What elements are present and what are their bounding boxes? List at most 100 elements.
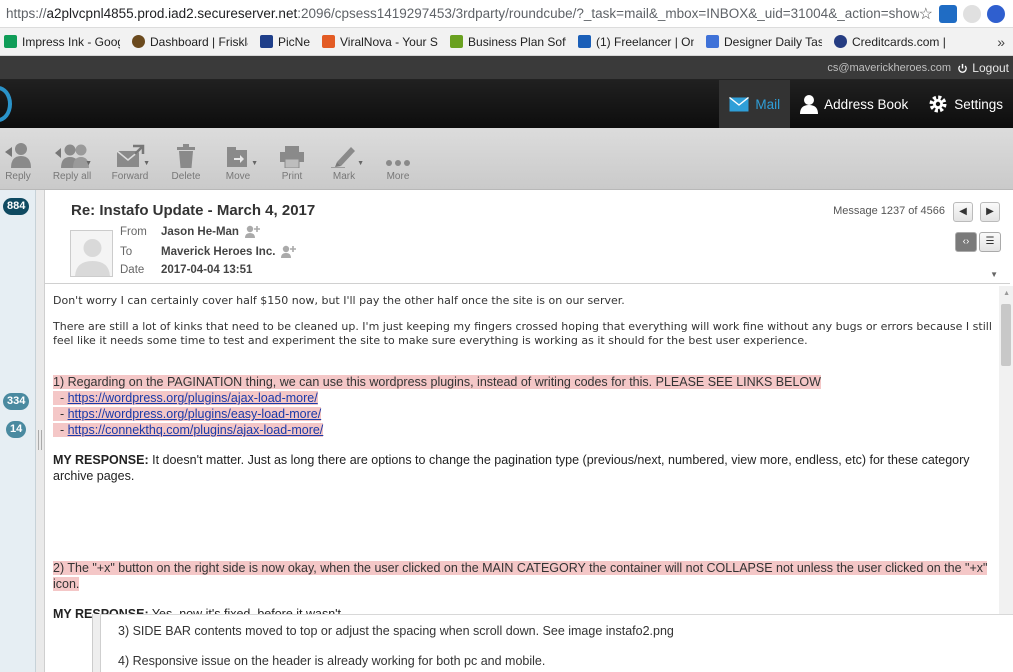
bookmark-item[interactable]: Impress Ink - Google <box>0 35 128 49</box>
plugin-link[interactable]: https://wordpress.org/plugins/ajax-load-… <box>68 391 318 405</box>
bookmark-item[interactable]: Creditcards.com | Est <box>830 35 958 49</box>
forward-label: Forward <box>111 171 149 182</box>
inbox-unread-badge[interactable]: 884 <box>3 198 30 215</box>
reply-all-label: Reply all <box>52 171 92 182</box>
user-email: cs@maverickheroes.com <box>827 62 951 74</box>
bookmark-item[interactable]: (1) Freelancer | Onlin <box>574 35 702 49</box>
forward-dropdown-icon[interactable]: ▼ <box>143 160 150 167</box>
from-value[interactable]: Jason He-Man <box>161 226 239 238</box>
date-value: 2017-04-04 13:51 <box>161 264 253 276</box>
message-subject: Re: Instafo Update - March 4, 2017 <box>71 202 316 219</box>
from-label: From <box>120 225 147 238</box>
plugin-link[interactable]: https://connekthq.com/plugins/ajax-load-… <box>68 423 324 437</box>
favicon-icon <box>706 35 720 48</box>
reply-icon <box>5 143 31 168</box>
url-text[interactable]: https://a2plvcpnl4855.prod.iad2.securese… <box>0 6 919 21</box>
person-icon <box>800 95 819 114</box>
view-menu-button[interactable]: ☰ <box>979 232 1001 252</box>
reply-button[interactable]: Reply <box>0 142 44 182</box>
reply-label: Reply <box>5 171 31 182</box>
bookmarks-bar: Impress Ink - Google Dashboard | Friskla… <box>0 28 1013 56</box>
bookmark-item[interactable]: PicNe <box>256 35 318 49</box>
mark-button[interactable]: Mark ▼ <box>318 142 370 182</box>
favicon-icon <box>132 35 145 48</box>
response-text: It doesn't matter. Just as long there ar… <box>53 453 970 483</box>
extension-s-icon[interactable] <box>939 4 957 23</box>
to-label: To <box>120 245 133 258</box>
forward-icon <box>116 144 145 167</box>
url-host: a2plvcpnl4855.prod.iad2.secureserver.net <box>46 6 298 21</box>
view-source-button[interactable]: ‹› <box>955 232 977 252</box>
print-button[interactable]: Print <box>266 142 318 182</box>
menu-icon: ☰ <box>985 236 995 247</box>
mark-dropdown-icon[interactable]: ▼ <box>357 160 364 167</box>
delete-button[interactable]: Delete <box>160 142 212 182</box>
bookmark-item[interactable]: Designer Daily Task L <box>702 35 830 49</box>
bookmark-label: Business Plan Softwa <box>468 34 566 49</box>
nav-settings[interactable]: Settings <box>918 80 1013 128</box>
bookmark-item[interactable]: ViralNova - Your Stor <box>318 35 446 49</box>
url-path: :2096/cpsess1419297453/3rdparty/roundcub… <box>297 6 919 21</box>
favicon-icon <box>4 35 17 48</box>
mark-label: Mark <box>332 171 356 182</box>
highlighted-item-2: 2) The "+x" button on the right side is … <box>53 561 988 591</box>
link-row: - https://connekthq.com/plugins/ajax-loa… <box>53 423 324 437</box>
nav-address-book[interactable]: Address Book <box>790 80 918 128</box>
folder-unread-badge[interactable]: 14 <box>6 421 27 438</box>
chevron-left-icon: ◀ <box>959 206 967 217</box>
bookmarks-overflow-icon[interactable]: » <box>997 34 1013 50</box>
bookmark-item[interactable]: Business Plan Softwa <box>446 35 574 49</box>
skype-icon[interactable] <box>963 4 981 23</box>
nav-mail-label: Mail <box>755 96 781 112</box>
reply-all-dropdown-icon[interactable]: ▼ <box>85 160 92 167</box>
more-button[interactable]: More <box>372 142 424 182</box>
print-label: Print <box>281 171 303 182</box>
mailbox-list: 884 334 14 <box>0 190 36 672</box>
add-contact-icon[interactable] <box>281 245 297 258</box>
bookmark-label: Dashboard | Frisklanc <box>150 34 248 49</box>
move-dropdown-icon[interactable]: ▼ <box>251 160 258 167</box>
add-contact-icon[interactable] <box>244 225 261 238</box>
favicon-icon <box>450 35 464 48</box>
nav-mail[interactable]: Mail <box>719 80 791 128</box>
logo-icon[interactable] <box>0 86 12 122</box>
header-from-row: From Jason He-Man <box>120 225 261 238</box>
bookmark-star-icon[interactable]: ☆ <box>919 4 933 24</box>
top-line: cs@maverickheroes.com Logout <box>0 56 1013 80</box>
plugin-link[interactable]: https://wordpress.org/plugins/easy-load-… <box>68 407 322 421</box>
highlighted-item-1: 1) Regarding on the PAGINATION thing, we… <box>53 375 821 389</box>
delete-label: Delete <box>171 171 201 182</box>
header-to-row: To Maverick Heroes Inc. <box>120 245 297 258</box>
logout-button[interactable]: Logout <box>957 61 1009 75</box>
more-dots-icon <box>386 160 410 166</box>
move-button[interactable]: Move ▼ <box>212 142 264 182</box>
bookmark-item[interactable]: Dashboard | Frisklanc <box>128 35 256 49</box>
header-date-row: Date 2017-04-04 13:51 <box>120 264 252 276</box>
bookmark-label: ViralNova - Your Stor <box>340 34 438 49</box>
quote-indent <box>92 614 100 672</box>
url-scheme: https:// <box>6 6 47 21</box>
pencil-icon <box>331 147 355 168</box>
to-value[interactable]: Maverick Heroes Inc. <box>161 246 275 258</box>
more-label: More <box>386 171 410 182</box>
body-paragraph: There are still a lot of kinks that need… <box>53 320 992 347</box>
scroll-up-icon[interactable]: ▲ <box>1003 290 1010 297</box>
collapse-headers-icon[interactable]: ▼ <box>990 270 998 279</box>
avatar-placeholder-icon <box>75 239 110 276</box>
scrollbar-thumb[interactable] <box>1001 304 1011 366</box>
folder-unread-badge[interactable]: 334 <box>3 393 30 410</box>
message-header: Re: Instafo Update - March 4, 2017 From … <box>45 190 1010 284</box>
prev-message-button[interactable]: ◀ <box>953 202 973 222</box>
splitter-grip-icon[interactable] <box>38 430 42 450</box>
reply-all-button[interactable]: Reply all ▼ <box>46 142 98 182</box>
forward-button[interactable]: Forward ▼ <box>104 142 156 182</box>
logout-label: Logout <box>972 61 1009 75</box>
favicon-icon <box>578 35 592 48</box>
message-toolbar: Reply Reply all ▼ Forward ▼ Delete Move … <box>0 128 1013 190</box>
extension-wave-icon[interactable] <box>987 4 1005 23</box>
next-message-button[interactable]: ▶ <box>980 202 1000 222</box>
favicon-icon <box>834 35 848 48</box>
message-position: Message 1237 of 4566 <box>833 205 945 217</box>
browser-address-bar[interactable]: https://a2plvcpnl4855.prod.iad2.securese… <box>0 0 1013 28</box>
move-label: Move <box>225 171 251 182</box>
